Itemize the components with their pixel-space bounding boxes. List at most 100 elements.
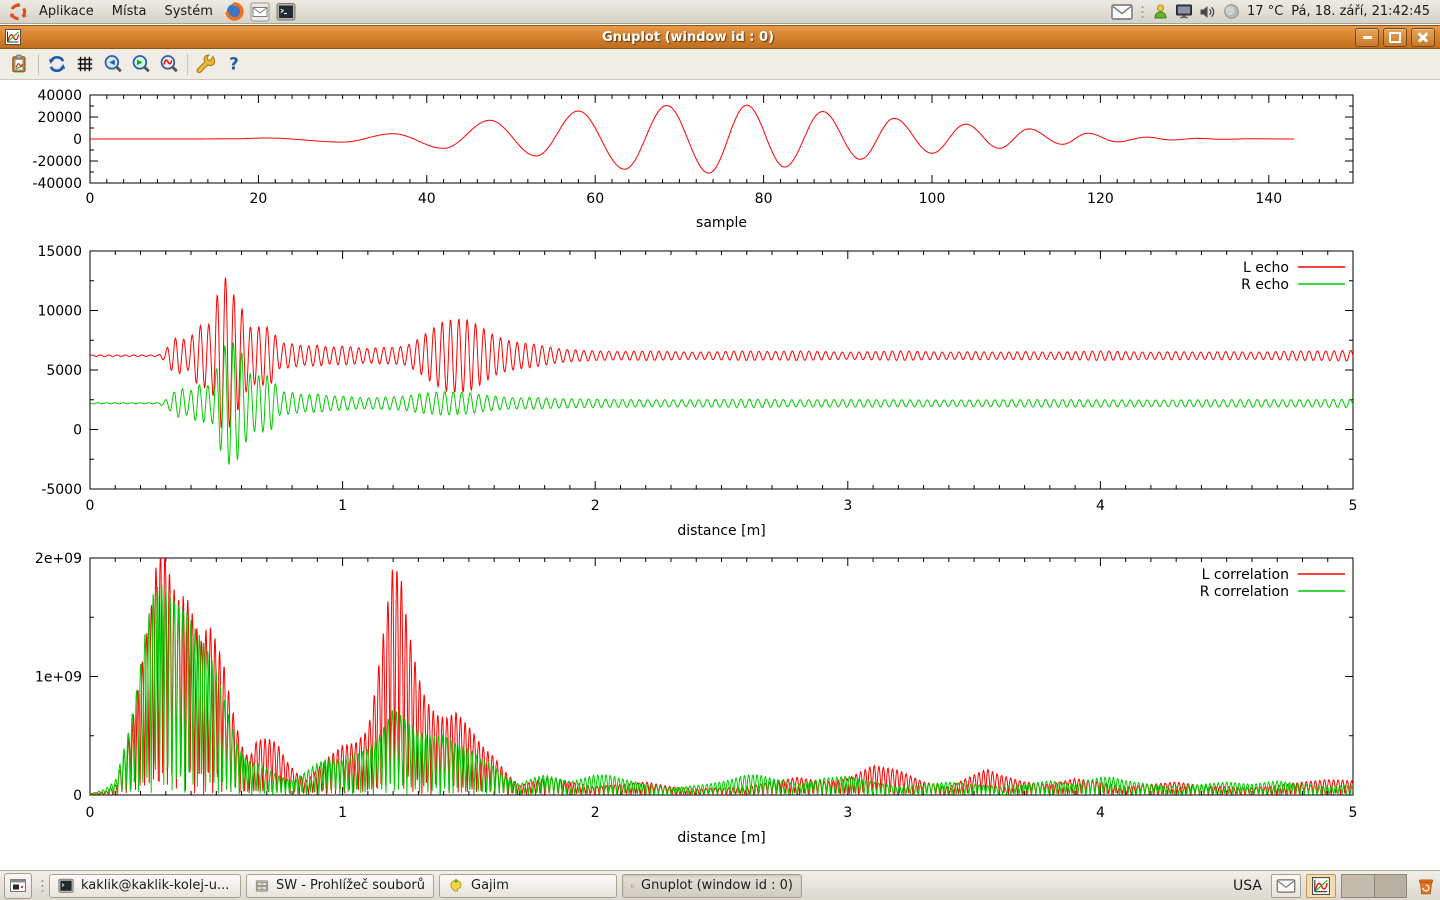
gnuplot-icon — [1312, 877, 1330, 895]
task-button-gnuplot[interactable]: Gnuplot (window id : 0) — [622, 874, 802, 898]
clock-label[interactable]: Pá, 18. září, 21:42:45 — [1291, 4, 1430, 19]
legend-label: R echo — [1241, 277, 1289, 293]
menu-applications[interactable]: Aplikace — [30, 0, 103, 24]
window-titlebar[interactable]: Gnuplot (window id : 0) — [0, 25, 1440, 49]
terminal-icon — [58, 878, 74, 894]
trash-icon[interactable] — [1416, 876, 1436, 896]
zoom-next-icon — [131, 54, 151, 74]
gnuplot-icon — [631, 878, 634, 894]
x-tick-label: 100 — [919, 191, 946, 207]
grid-icon — [75, 54, 95, 74]
x-axis-title: distance [m] — [677, 523, 765, 539]
x-tick-label: 140 — [1255, 191, 1282, 207]
task-button-gajim[interactable]: Gajim — [439, 874, 617, 898]
mail-applet-button[interactable] — [1271, 874, 1301, 898]
show-desktop-icon — [9, 878, 27, 894]
gnuplot-window-icon — [5, 29, 21, 45]
x-tick-label: 20 — [249, 191, 267, 207]
menu-places[interactable]: Místa — [103, 0, 156, 24]
panel-right: 17 °C Pá, 18. září, 21:42:45 — [1108, 0, 1434, 23]
x-tick-label: 80 — [755, 191, 773, 207]
copy-to-clipboard-button[interactable] — [6, 51, 34, 78]
y-tick-label: 0 — [73, 132, 82, 148]
wrench-icon — [196, 54, 216, 74]
panel-grip-handle[interactable] — [1140, 3, 1145, 21]
y-tick-label: -5000 — [41, 482, 82, 498]
zoom-previous-icon — [103, 54, 123, 74]
gajim-icon — [448, 878, 464, 894]
x-tick-label: 0 — [86, 805, 95, 821]
y-tick-label: 20000 — [37, 110, 82, 126]
gnuplot-applet-button[interactable] — [1306, 874, 1336, 898]
mail-notification-icon[interactable] — [1111, 4, 1133, 20]
volume-icon[interactable] — [1199, 4, 1217, 20]
workspace-switcher[interactable] — [1341, 874, 1407, 898]
x-tick-label: 0 — [86, 191, 95, 207]
help-button[interactable]: ? — [220, 51, 248, 78]
window-controls — [1355, 28, 1435, 47]
y-tick-label: -40000 — [32, 176, 82, 192]
firefox-launcher-icon[interactable] — [225, 2, 244, 21]
chart-1: 012345-5000050001000015000distance [m]L … — [37, 244, 1357, 539]
clipboard-icon — [10, 54, 30, 74]
maximize-icon — [1389, 32, 1401, 43]
keyboard-layout-indicator[interactable]: USA — [1233, 878, 1262, 894]
x-tick-label: 5 — [1349, 498, 1358, 514]
task-label: Gajim — [471, 878, 509, 893]
y-tick-label: 10000 — [37, 304, 82, 320]
y-tick-label: 0 — [73, 423, 82, 439]
ubuntu-menu-icon[interactable] — [9, 3, 27, 21]
workspace-2[interactable] — [1374, 875, 1407, 897]
options-button[interactable] — [192, 51, 220, 78]
autoscale-button[interactable] — [155, 51, 183, 78]
gnuplot-toolbar: ? — [0, 49, 1440, 80]
show-desktop-button[interactable] — [4, 873, 32, 899]
x-tick-label: 60 — [586, 191, 604, 207]
terminal-launcher-icon[interactable] — [276, 2, 296, 22]
weather-icon[interactable] — [1223, 3, 1240, 20]
envelope-icon — [1276, 879, 1296, 893]
chart-2: 01234501e+092e+09distance [m]L correlati… — [35, 551, 1358, 846]
task-button-file-manager[interactable]: SW - Prohlížeč souborů — [246, 874, 434, 898]
menu-system[interactable]: Systém — [155, 0, 221, 24]
remote-desktop-icon[interactable] — [1175, 3, 1193, 20]
workspace-1[interactable] — [1342, 875, 1374, 897]
x-tick-label: 1 — [338, 805, 347, 821]
user-switcher-icon[interactable] — [1152, 3, 1169, 20]
minimize-button[interactable] — [1355, 28, 1379, 47]
legend-label: L correlation — [1202, 567, 1289, 583]
previous-zoom-button[interactable] — [99, 51, 127, 78]
x-tick-label: 40 — [418, 191, 436, 207]
taskbar-right: USA — [1233, 874, 1436, 898]
x-tick-label: 5 — [1349, 805, 1358, 821]
task-label: kaklik@kaklik-kolej-u... — [81, 878, 229, 893]
x-tick-label: 1 — [338, 498, 347, 514]
x-tick-label: 0 — [86, 498, 95, 514]
y-tick-label: 1e+09 — [35, 670, 82, 686]
toggle-grid-button[interactable] — [71, 51, 99, 78]
close-button[interactable] — [1411, 28, 1435, 47]
x-tick-label: 2 — [591, 805, 600, 821]
y-tick-label: 15000 — [37, 244, 82, 260]
y-tick-label: 2e+09 — [35, 551, 82, 567]
y-tick-label: 40000 — [37, 88, 82, 104]
taskbar-grip-handle[interactable] — [40, 877, 45, 895]
next-zoom-button[interactable] — [127, 51, 155, 78]
replot-button[interactable] — [43, 51, 71, 78]
x-tick-label: 4 — [1096, 805, 1105, 821]
mail-launcher-icon[interactable] — [250, 2, 270, 22]
window-title: Gnuplot (window id : 0) — [21, 30, 1355, 45]
file-manager-icon — [255, 878, 269, 894]
chart-0: 020406080100120140-40000-200000200004000… — [32, 88, 1353, 231]
temperature-label[interactable]: 17 °C — [1247, 4, 1283, 19]
maximize-button[interactable] — [1383, 28, 1407, 47]
legend-label: L echo — [1243, 260, 1289, 276]
refresh-icon — [47, 54, 67, 74]
panel-left: Aplikace Místa Systém — [6, 0, 299, 23]
close-icon — [1417, 31, 1429, 43]
x-tick-label: 2 — [591, 498, 600, 514]
autoscale-icon — [159, 54, 179, 74]
task-button-terminal[interactable]: kaklik@kaklik-kolej-u... — [49, 874, 241, 898]
charts: 020406080100120140-40000-200000200004000… — [0, 80, 1440, 870]
gnuplot-canvas: 020406080100120140-40000-200000200004000… — [0, 80, 1440, 870]
